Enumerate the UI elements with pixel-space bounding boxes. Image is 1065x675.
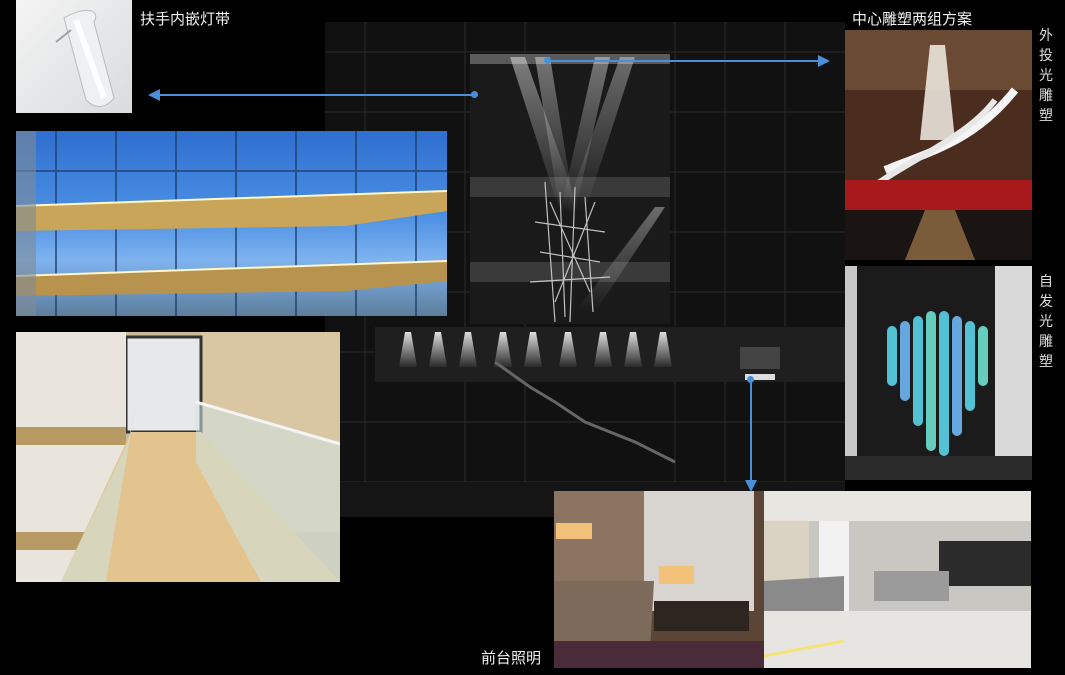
lobby-scene (845, 30, 1032, 260)
handrail-light-product-image (16, 0, 132, 113)
self-luminous-label: 自 发 光 雕 塑 (1039, 274, 1053, 370)
corridor-scene (16, 332, 340, 582)
outer-projection-label: 外 投 光 雕 塑 (1039, 28, 1053, 124)
front-desk-photo-1 (554, 491, 764, 668)
front-desk-photo-2 (764, 491, 1031, 668)
handrail-light-label: 扶手内嵌灯带 (140, 10, 231, 28)
arrow-right-icon (818, 55, 830, 67)
atrium-structure (16, 131, 447, 316)
front-desk-scene-1 (554, 491, 764, 668)
front-desk-scene-2 (764, 491, 1031, 668)
glass-atrium-photo (16, 131, 447, 316)
projected-light-sculpture-photo (845, 30, 1032, 260)
center-sculpture-label: 中心雕塑两组方案 (852, 10, 973, 28)
self-luminous-sculpture-photo (845, 266, 1032, 480)
arrow-down-icon (745, 480, 757, 492)
front-desk-label: 前台照明 (481, 649, 542, 667)
light-fixture-shape (55, 9, 115, 107)
glass-handrail-corridor-photo (16, 332, 340, 582)
crystal-scene (845, 266, 1032, 480)
arrow-left-icon (148, 89, 160, 101)
